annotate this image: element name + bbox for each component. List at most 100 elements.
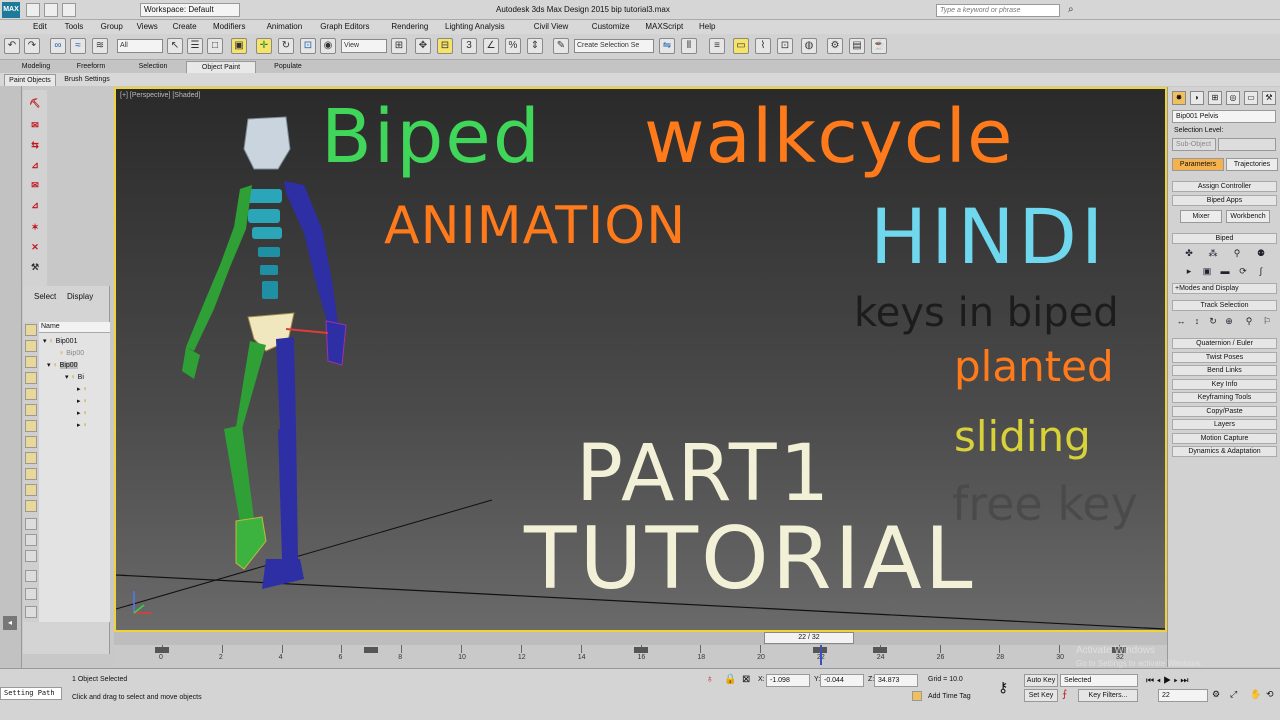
goto-start-icon[interactable]: ⏮ — [1146, 675, 1154, 685]
move-all-icon[interactable]: ∫ — [1254, 265, 1268, 277]
filter-helpers-icon[interactable] — [25, 388, 37, 400]
tree-item[interactable]: ▾ ♀ Bip001 — [43, 337, 77, 347]
menu-item-modifiers[interactable]: Modifiers — [213, 22, 245, 31]
filter-cameras-icon[interactable] — [25, 372, 37, 384]
menu-item-graph-editors[interactable]: Graph Editors — [320, 22, 369, 31]
ribbon-tab-selection[interactable]: Selection — [124, 61, 182, 73]
snaps-toggle-icon[interactable]: 3 — [461, 38, 477, 54]
motion-flow-icon[interactable]: ⚲ — [1230, 247, 1244, 259]
lock-icon[interactable] — [25, 606, 37, 618]
filter-shapes-icon[interactable] — [25, 340, 37, 352]
body-vertical-icon[interactable]: ↕ — [1190, 315, 1204, 327]
x-coord-field[interactable]: -1.098 — [766, 674, 810, 687]
ribbon-tab-populate[interactable]: Populate — [258, 61, 318, 73]
orbit-icon[interactable]: ⟲ — [1266, 689, 1274, 700]
sub-object-dropdown[interactable] — [1218, 138, 1276, 151]
next-frame-icon[interactable]: ▸ — [1174, 675, 1178, 685]
convert-icon[interactable]: ⟳ — [1236, 265, 1250, 277]
time-config-icon[interactable]: ⚙ — [1212, 689, 1220, 700]
ribbon-tab-freeform[interactable]: Freeform — [64, 61, 118, 73]
filter-spacewarps-icon[interactable] — [25, 404, 37, 416]
render-production-icon[interactable]: ☕ — [871, 38, 887, 54]
time-slider-thumb[interactable]: 22 / 32 — [764, 632, 854, 644]
edit-named-sets-icon[interactable]: ✎ — [553, 38, 569, 54]
select-manipulate-icon[interactable]: ✥ — [415, 38, 431, 54]
biped-playback-icon[interactable]: ▸ — [1182, 265, 1196, 277]
link-icon[interactable]: ∞ — [50, 38, 66, 54]
motion-tab-icon[interactable]: ◎ — [1226, 91, 1240, 105]
rollout-motion-capture[interactable]: Motion Capture — [1172, 433, 1277, 444]
selection-filter-dropdown[interactable]: All — [117, 39, 163, 53]
angle-snap-icon[interactable]: ∠ — [483, 38, 499, 54]
add-time-tag[interactable]: Add Time Tag — [928, 691, 971, 703]
load-file-icon[interactable]: ▣ — [1200, 265, 1214, 277]
footstep-mode-icon[interactable]: ⁂ — [1206, 247, 1220, 259]
rollout-assign-controller[interactable]: Assign Controller — [1172, 181, 1277, 192]
modify-tab-icon[interactable]: ◗ — [1190, 91, 1204, 105]
key-selection-dropdown[interactable]: Selected — [1060, 674, 1138, 687]
redo-icon[interactable]: ↷ — [24, 38, 40, 54]
auto-key-button[interactable]: Auto Key — [1024, 674, 1058, 687]
tree-item[interactable]: ▾ ♀ Bip00 — [47, 361, 78, 371]
rollout-track-selection[interactable]: Track Selection — [1172, 300, 1277, 311]
rotate-icon[interactable]: ↻ — [278, 38, 294, 54]
rollout-layers[interactable]: Layers — [1172, 419, 1277, 430]
schematic-view-icon[interactable]: ⊡ — [777, 38, 793, 54]
render-setup-icon[interactable]: ⚙ — [827, 38, 843, 54]
lock-cog-icon[interactable]: ⊕ — [1222, 315, 1236, 327]
tree-item[interactable]: ▸ ♀ — [77, 385, 88, 395]
new-file-icon[interactable] — [26, 3, 40, 17]
paint-icon[interactable]: ⛏ — [26, 94, 44, 112]
menu-item-customize[interactable]: Customize — [592, 22, 630, 31]
pan-view-icon[interactable]: ✋ — [1250, 689, 1261, 700]
spinner-snap-icon[interactable]: ⇕ — [527, 38, 543, 54]
current-frame-field[interactable]: 22 — [1158, 689, 1208, 702]
menu-item-views[interactable]: Views — [137, 22, 158, 31]
keyframe-marker[interactable] — [364, 647, 379, 653]
keyboard-shortcut-icon[interactable]: ⊟ — [437, 38, 453, 54]
key-icon[interactable]: ⚷ — [998, 679, 1008, 696]
maxscript-listener[interactable]: Setting Path — [0, 687, 62, 700]
pivot-center-icon[interactable]: ⊞ — [391, 38, 407, 54]
filter-frozen-icon[interactable] — [25, 484, 37, 496]
tab-trajectories[interactable]: Trajectories — [1226, 158, 1278, 171]
keyframe-marker[interactable] — [155, 647, 169, 653]
ribbon-tab-object-paint[interactable]: Object Paint — [186, 61, 256, 73]
scale-icon[interactable]: ⊡ — [300, 38, 316, 54]
layer-manager-icon[interactable]: ≡ — [709, 38, 725, 54]
object-name-field[interactable]: Bip001 Pelvis — [1172, 110, 1276, 123]
display-all-icon[interactable] — [25, 518, 37, 530]
zoom-extents-icon[interactable]: ⤢ — [1230, 689, 1237, 700]
filter-xrefs-icon[interactable] — [25, 436, 37, 448]
ribbon-tab-modeling[interactable]: Modeling — [6, 61, 66, 73]
search-input[interactable]: Type a keyword or phrase — [936, 4, 1060, 17]
menu-item-group[interactable]: Group — [101, 22, 123, 31]
ref-coord-dropdown[interactable]: View — [341, 39, 387, 53]
align-icon[interactable]: ⫴ — [681, 38, 697, 54]
menu-item-create[interactable]: Create — [173, 22, 197, 31]
ribbon-toggle-icon[interactable]: ▭ — [733, 38, 749, 54]
select-object-icon[interactable]: ↖ — [167, 38, 183, 54]
keyframe-marker[interactable] — [633, 647, 648, 653]
time-slider-track[interactable] — [114, 632, 1167, 645]
absolute-mode-icon[interactable]: ⊠ — [742, 674, 750, 685]
filter-groups-icon[interactable] — [25, 420, 37, 432]
rollout-key-info[interactable]: Key Info — [1172, 379, 1277, 390]
filter-containers-icon[interactable] — [25, 468, 37, 480]
rollout-copy-paste[interactable]: Copy/Paste — [1172, 406, 1277, 417]
tree-item[interactable]: ▸ ♀ — [77, 409, 88, 419]
bind-spacewarp-icon[interactable]: ≋ — [92, 38, 108, 54]
track-bar[interactable]: 02468101214161820222426283032 — [114, 645, 1167, 667]
mixer-mode-icon[interactable]: ⚉ — [1254, 247, 1268, 259]
hierarchy-tab-icon[interactable]: ⊞ — [1208, 91, 1222, 105]
curve-editor-icon[interactable]: ⌇ — [755, 38, 771, 54]
rollout-dynamics-adaptation[interactable]: Dynamics & Adaptation — [1172, 446, 1277, 457]
window-crossing-icon[interactable]: ▣ — [231, 38, 247, 54]
filter-geometry-icon[interactable] — [25, 324, 37, 336]
selection-lock-icon[interactable]: 🔒 — [724, 674, 736, 685]
material-editor-icon[interactable]: ◍ — [801, 38, 817, 54]
y-coord-field[interactable]: -0.044 — [820, 674, 864, 687]
workspace-dropdown[interactable]: Workspace: Default — [140, 3, 240, 17]
z-coord-field[interactable]: 34.873 — [874, 674, 918, 687]
goto-end-icon[interactable]: ⏭ — [1180, 675, 1188, 685]
